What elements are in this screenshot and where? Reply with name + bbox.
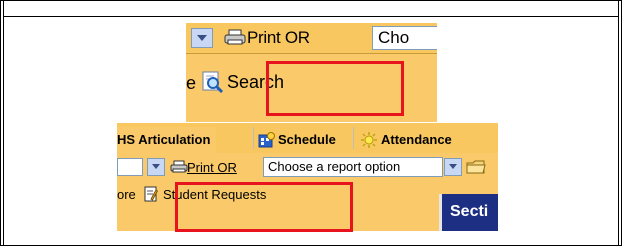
schedule-icon bbox=[258, 132, 275, 148]
search-icon[interactable] bbox=[202, 71, 224, 93]
frame-inner-right bbox=[618, 0, 619, 246]
frame-inner-left bbox=[3, 0, 4, 246]
note-icon[interactable] bbox=[144, 186, 158, 202]
dropdown-button[interactable] bbox=[191, 28, 213, 48]
section-label: Secti bbox=[450, 203, 489, 220]
report-select[interactable]: Cho bbox=[372, 26, 437, 50]
highlight-box-search bbox=[266, 61, 404, 116]
tab-separator bbox=[253, 127, 254, 149]
printer-icon[interactable] bbox=[170, 160, 188, 173]
printer-icon[interactable] bbox=[224, 29, 246, 45]
section-header: Secti bbox=[439, 194, 498, 231]
tab-hs-articulation[interactable]: HS Articulation bbox=[117, 127, 217, 153]
folder-icon[interactable] bbox=[466, 159, 486, 175]
attendance-icon bbox=[361, 132, 377, 148]
tab-schedule[interactable]: Schedule bbox=[278, 127, 336, 153]
frame-top-border bbox=[0, 0, 622, 1]
highlight-box-student-requests bbox=[175, 182, 353, 232]
frame-row-divider bbox=[3, 16, 619, 17]
truncated-label: ore bbox=[117, 187, 136, 202]
report-select-dropdown-button[interactable] bbox=[444, 158, 462, 176]
partial-input[interactable] bbox=[117, 158, 143, 176]
print-or-link[interactable]: Print OR bbox=[247, 28, 310, 48]
tab-separator bbox=[353, 127, 354, 149]
report-select[interactable]: Choose a report option bbox=[263, 157, 443, 177]
print-or-link[interactable]: Print OR bbox=[187, 160, 237, 175]
frame-left-border bbox=[0, 0, 1, 246]
tab-attendance[interactable]: Attendance bbox=[381, 127, 452, 153]
truncated-label: e bbox=[186, 73, 197, 93]
dropdown-button[interactable] bbox=[147, 158, 165, 176]
